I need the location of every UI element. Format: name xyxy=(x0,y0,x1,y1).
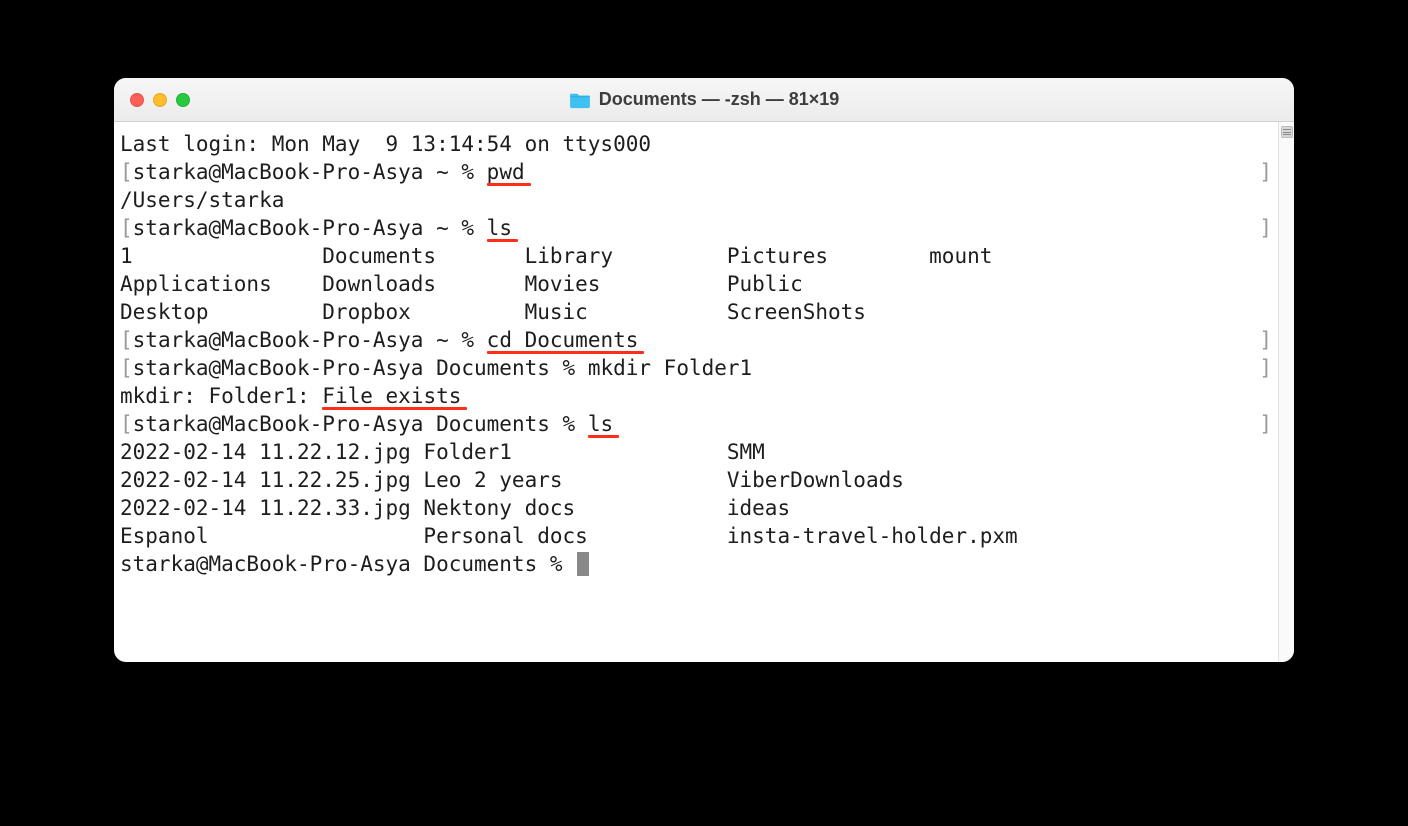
pwd-output: /Users/starka xyxy=(120,186,1272,214)
cmd-cd: cd Documents xyxy=(487,328,639,352)
cmd-mkdir: mkdir Folder1 xyxy=(588,356,752,380)
prompt-mkdir-line: [starka@MacBook-Pro-Asya Documents % mkd… xyxy=(120,354,1272,382)
cursor xyxy=(577,552,589,576)
mkdir-error-msg: File exists xyxy=(322,384,461,408)
window-title-text: Documents — -zsh — 81×19 xyxy=(599,89,840,110)
cmd-ls: ls xyxy=(487,216,512,240)
folder-icon xyxy=(569,91,591,109)
ls-output-row: Desktop Dropbox Music ScreenShots xyxy=(120,298,1272,326)
zoom-button[interactable] xyxy=(176,93,190,107)
window-body: Last login: Mon May 9 13:14:54 on ttys00… xyxy=(114,122,1294,662)
terminal-window: Documents — -zsh — 81×19 Last login: Mon… xyxy=(114,78,1294,662)
cmd-ls2: ls xyxy=(588,412,613,436)
prompt-cursor-line: starka@MacBook-Pro-Asya Documents % xyxy=(120,550,1272,578)
prompt-ls2-line: [starka@MacBook-Pro-Asya Documents % ls] xyxy=(120,410,1272,438)
prompt-pwd-line: [starka@MacBook-Pro-Asya ~ % pwd] xyxy=(120,158,1272,186)
close-button[interactable] xyxy=(130,93,144,107)
ls2-output-row: Espanol Personal docs insta-travel-holde… xyxy=(120,522,1272,550)
ls2-output-row: 2022-02-14 11.22.25.jpg Leo 2 years Vibe… xyxy=(120,466,1272,494)
ls2-output-row: 2022-02-14 11.22.33.jpg Nektony docs ide… xyxy=(120,494,1272,522)
ls-output-row: Applications Downloads Movies Public xyxy=(120,270,1272,298)
traffic-lights xyxy=(130,93,190,107)
scroll-indicator-icon xyxy=(1281,126,1293,138)
mkdir-error-line: mkdir: Folder1: File exists xyxy=(120,382,1272,410)
minimize-button[interactable] xyxy=(153,93,167,107)
last-login-line: Last login: Mon May 9 13:14:54 on ttys00… xyxy=(120,130,1272,158)
prompt-cd-line: [starka@MacBook-Pro-Asya ~ % cd Document… xyxy=(120,326,1272,354)
titlebar: Documents — -zsh — 81×19 xyxy=(114,78,1294,122)
ls-output-row: 1 Documents Library Pictures mount xyxy=(120,242,1272,270)
window-title: Documents — -zsh — 81×19 xyxy=(114,89,1294,110)
terminal-content[interactable]: Last login: Mon May 9 13:14:54 on ttys00… xyxy=(114,122,1278,662)
cmd-pwd: pwd xyxy=(487,160,525,184)
scrollbar[interactable] xyxy=(1278,122,1294,662)
ls2-output-row: 2022-02-14 11.22.12.jpg Folder1 SMM xyxy=(120,438,1272,466)
prompt-ls-line: [starka@MacBook-Pro-Asya ~ % ls] xyxy=(120,214,1272,242)
